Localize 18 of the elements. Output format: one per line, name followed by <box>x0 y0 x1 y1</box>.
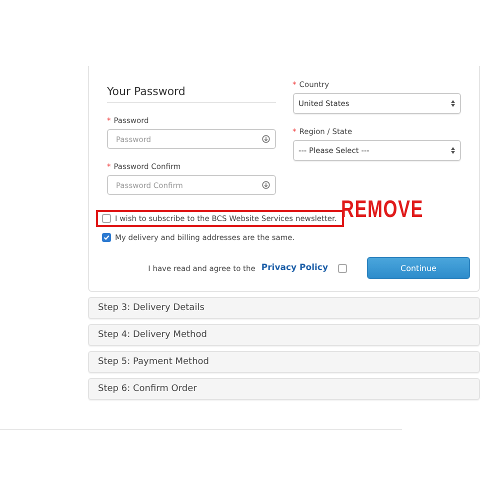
step-panel[interactable]: Step 3: Delivery Details <box>88 297 480 319</box>
step-title: Step 4: Delivery Method <box>98 330 207 340</box>
step-panel[interactable]: Step 5: Payment Method <box>88 351 480 373</box>
checkbox[interactable] <box>102 214 111 223</box>
circle-arrow-icon[interactable] <box>262 135 270 143</box>
privacy-policy-link[interactable]: Privacy Policy <box>261 263 328 273</box>
step-panel[interactable]: Step 6: Confirm Order <box>88 378 480 400</box>
step-panel[interactable]: Step 4: Delivery Method <box>88 324 480 346</box>
checkbox[interactable] <box>338 264 347 272</box>
checkbox[interactable] <box>102 233 111 242</box>
step-title: Step 3: Delivery Details <box>98 303 204 313</box>
updown-caret-icon <box>451 100 455 107</box>
circle-arrow-icon[interactable] <box>262 181 270 189</box>
step-title: Step 6: Confirm Order <box>98 384 197 394</box>
updown-caret-icon <box>451 147 455 154</box>
annotation-text: REMOVE <box>341 196 424 224</box>
step-title: Step 5: Payment Method <box>98 357 209 367</box>
section-heading: Your Password <box>107 85 276 103</box>
